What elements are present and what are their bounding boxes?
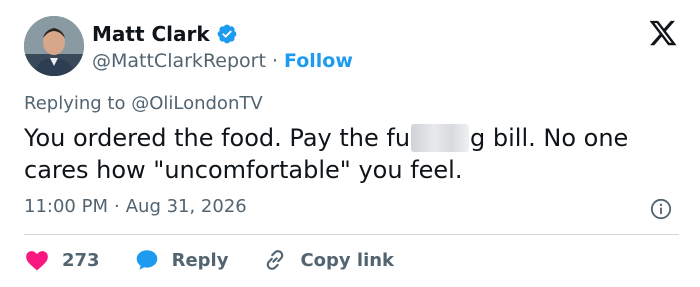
avatar[interactable] — [24, 16, 84, 76]
tweet-text-part1: You ordered the food. Pay the fu — [24, 124, 411, 152]
reply-bubble-icon — [136, 250, 157, 270]
copy-link-label: Copy link — [300, 249, 395, 271]
censored-word-blur — [411, 124, 470, 152]
replying-to-handle[interactable]: @OliLondonTV — [131, 93, 262, 114]
like-button[interactable]: 273 — [24, 247, 100, 273]
separator-dot: · — [271, 50, 278, 72]
tweet-text: You ordered the food. Pay the fu g bill. … — [24, 122, 684, 186]
replying-to-prefix: Replying to — [24, 93, 132, 114]
author-handle[interactable]: @MattClarkReport — [92, 50, 266, 72]
heart-icon — [26, 251, 48, 271]
reply-label: Reply — [171, 249, 229, 271]
reply-button[interactable]: Reply — [134, 247, 229, 273]
replying-to: Replying to @OliLondonTV — [24, 93, 263, 114]
link-icon — [267, 250, 284, 270]
x-logo-icon[interactable] — [648, 18, 678, 48]
tweet-actions: 273 Reply Copy link — [24, 246, 428, 274]
divider — [24, 234, 679, 235]
tweet-header: Matt Clark @MattClarkReport · Follow — [24, 16, 684, 80]
like-count: 273 — [62, 249, 100, 271]
verified-badge-icon — [217, 24, 237, 44]
meta-separator: · — [113, 196, 120, 217]
info-icon[interactable] — [650, 198, 672, 220]
tweet-timestamp[interactable]: 11:00 PM · Aug 31, 2026 — [24, 196, 247, 217]
tweet-date[interactable]: Aug 31, 2026 — [126, 196, 247, 217]
copy-link-button[interactable]: Copy link — [262, 247, 394, 273]
follow-button[interactable]: Follow — [284, 50, 353, 72]
author-name[interactable]: Matt Clark — [92, 22, 210, 46]
tweet-time[interactable]: 11:00 PM — [24, 196, 108, 217]
